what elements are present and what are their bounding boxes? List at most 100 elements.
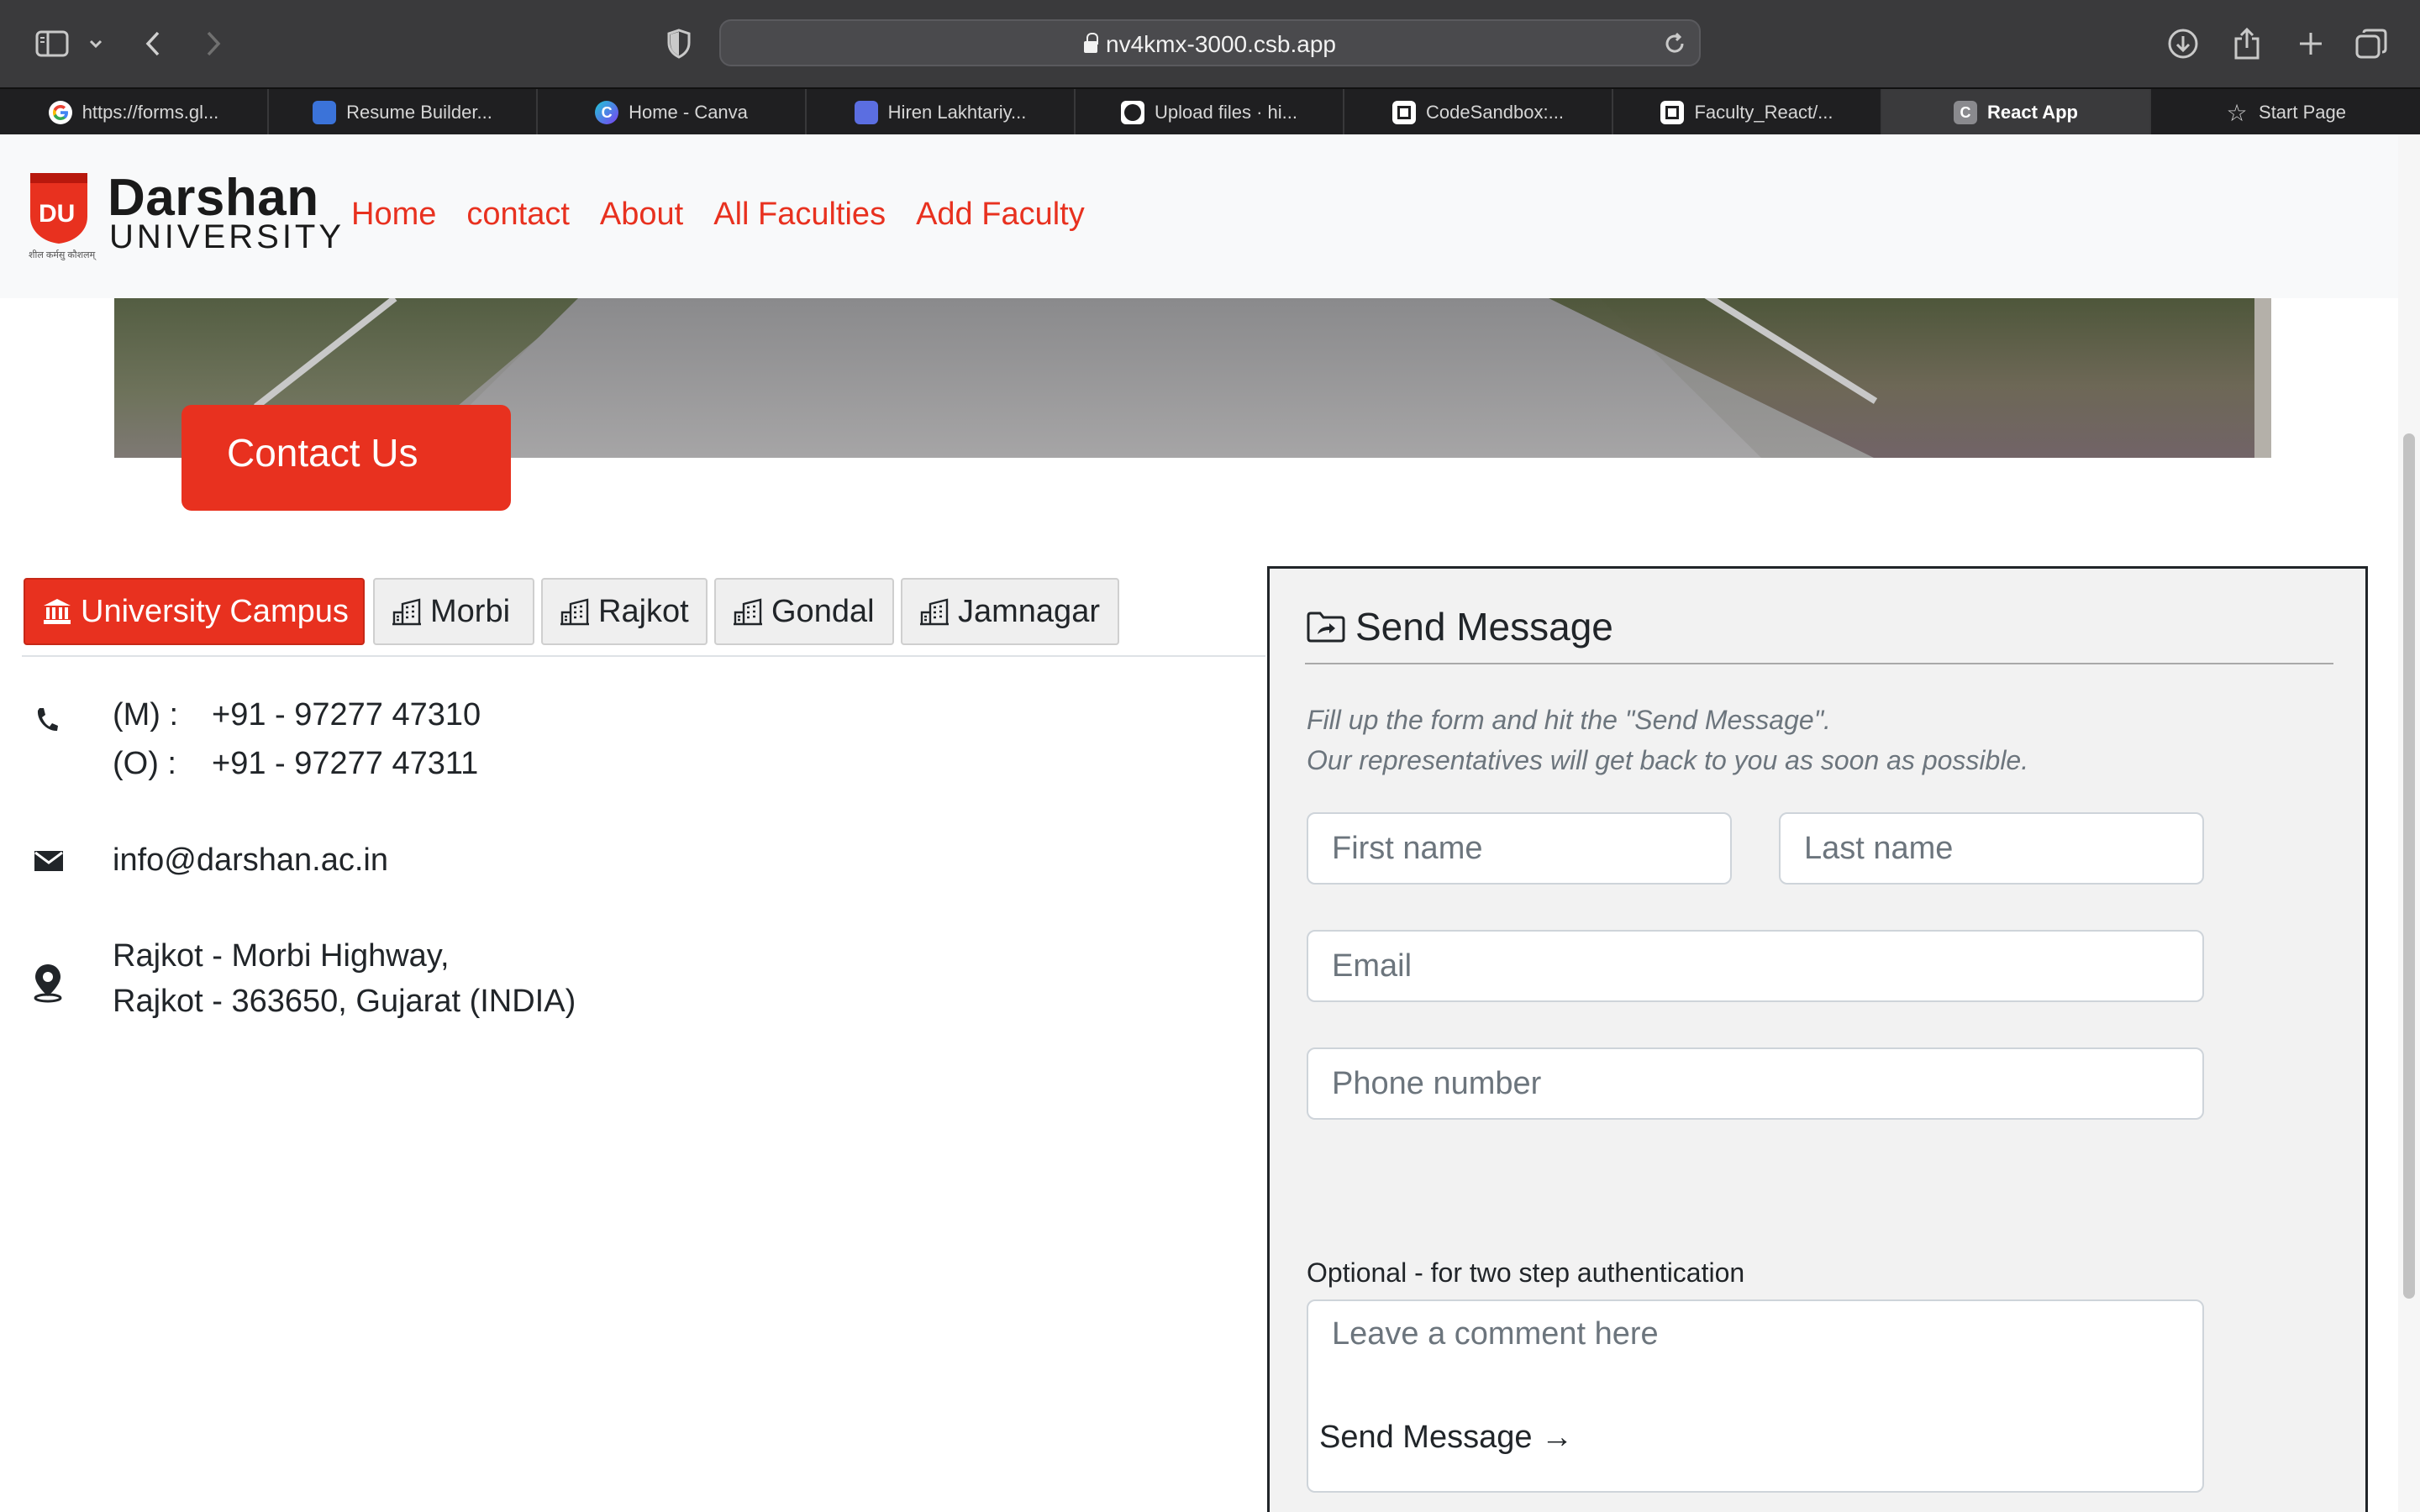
tab-university-campus[interactable]: University Campus — [24, 578, 365, 645]
first-name-field[interactable] — [1307, 812, 1732, 885]
tab-label: React App — [1987, 102, 2078, 123]
tab-label: University Campus — [81, 593, 349, 629]
folder-share-icon — [1307, 612, 1345, 643]
tabs-divider — [22, 655, 1265, 657]
codesandbox-icon — [1660, 101, 1685, 124]
privacy-shield-icon[interactable] — [664, 22, 694, 66]
chevron-down-icon[interactable] — [86, 22, 106, 66]
phone-icon — [34, 706, 59, 738]
site-navbar: DU Darshan UNIVERSITY शील कर्मसु कौशलम् … — [0, 134, 2398, 298]
url-text: nv4kmx-3000.csb.app — [1106, 31, 1336, 57]
browser-tab[interactable]: CodeSandbox:... — [1344, 89, 1613, 136]
phone-field[interactable] — [1307, 1047, 2204, 1120]
send-message-button[interactable]: Send Message → — [1319, 1420, 1573, 1456]
mobile-number[interactable]: +91 - 97277 47310 — [212, 697, 481, 733]
tab-rajkot[interactable]: Rajkot — [541, 578, 708, 645]
tab-label: Faculty_React/... — [1694, 102, 1833, 123]
tab-morbi[interactable]: Morbi — [373, 578, 534, 645]
canva-icon: C — [595, 101, 619, 124]
institution-icon — [44, 599, 71, 624]
panel-divider — [1305, 663, 2333, 664]
panel-title-text: Send Message — [1355, 605, 1613, 648]
browser-tab-active[interactable]: C React App — [1882, 89, 2151, 136]
codesandbox-icon — [1392, 101, 1417, 124]
last-name-field[interactable] — [1779, 812, 2204, 885]
email-address[interactable]: info@darshan.ac.in — [113, 843, 388, 879]
form-description-line2: Our representatives will get back to you… — [1307, 745, 2029, 775]
resume-builder-icon — [313, 101, 337, 124]
office-number[interactable]: +91 - 97277 47311 — [212, 746, 478, 782]
tab-gondal[interactable]: Gondal — [714, 578, 894, 645]
site-logo[interactable]: DU Darshan UNIVERSITY शील कर्मसु कौशलम् — [27, 169, 341, 264]
panel-title: Send Message — [1307, 604, 1613, 649]
buildings-icon — [560, 598, 589, 626]
hero-road — [417, 298, 1761, 458]
comment-field[interactable] — [1307, 1299, 2204, 1493]
browser-tab[interactable]: Resume Builder... — [269, 89, 538, 136]
lock-icon — [1084, 33, 1099, 53]
reload-icon[interactable] — [1662, 31, 1687, 60]
browser-tab[interactable]: Hiren Lakhtariy... — [807, 89, 1076, 136]
tab-label: CodeSandbox:... — [1426, 102, 1564, 123]
page-scrollbar[interactable] — [2398, 134, 2420, 1512]
browser-tab[interactable]: Faculty_React/... — [1613, 89, 1882, 136]
page: DU Darshan UNIVERSITY शील कर्मसु कौशलम् … — [0, 134, 2420, 1512]
buildings-icon — [392, 598, 421, 626]
react-app-icon: C — [1954, 101, 1977, 124]
phone-hint: Optional - for two step authentication — [1307, 1257, 1745, 1288]
browser-tab[interactable]: Upload files · hi... — [1076, 89, 1344, 136]
campus-tabs: University Campus Morbi Rajkot Gondal Ja… — [24, 578, 1265, 793]
nav-home-link[interactable]: Home — [351, 197, 436, 233]
tab-label: Start Page — [2259, 102, 2346, 123]
browser-tab[interactable]: https://forms.gl... — [0, 89, 269, 136]
forward-icon[interactable] — [200, 22, 227, 66]
scrollbar-thumb[interactable] — [2403, 433, 2415, 1299]
nav-about-link[interactable]: About — [600, 197, 683, 233]
buildings-icon — [734, 598, 762, 626]
downloads-icon[interactable] — [2166, 22, 2200, 66]
tab-label: Jamnagar — [958, 593, 1100, 629]
logo-tagline: शील कर्मसु कौशलम् — [29, 250, 96, 260]
tab-jamnagar[interactable]: Jamnagar — [901, 578, 1119, 645]
star-icon: ☆ — [2226, 99, 2248, 126]
nav-contact-link[interactable]: contact — [466, 197, 570, 233]
sidebar-toggle-icon[interactable] — [34, 22, 71, 66]
nav-all-faculties-link[interactable]: All Faculties — [713, 197, 886, 233]
tab-label: Upload files · hi... — [1155, 102, 1297, 123]
logo-subtitle: UNIVERSITY — [109, 218, 345, 255]
nav-add-faculty-link[interactable]: Add Faculty — [916, 197, 1085, 233]
tab-overview-icon[interactable] — [2354, 22, 2388, 66]
tab-label: Gondal — [771, 593, 875, 629]
envelope-icon — [34, 850, 64, 876]
form-description-line1: Fill up the form and hit the "Send Messa… — [1307, 705, 1831, 735]
browser-tab[interactable]: ☆ Start Page — [2151, 89, 2420, 136]
github-icon — [1121, 101, 1145, 124]
tab-label: Rajkot — [598, 593, 689, 629]
address-line2: Rajkot - 363650, Gujarat (INDIA) — [113, 984, 576, 1019]
nav-links: Home contact About All Faculties Add Fac… — [351, 197, 1085, 233]
tab-label: https://forms.gl... — [82, 102, 219, 123]
tab-label: Home - Canva — [629, 102, 748, 123]
svg-text:DU: DU — [39, 200, 75, 228]
tab-label: Morbi — [430, 593, 511, 629]
send-message-panel: Send Message Fill up the form and hit th… — [1267, 566, 2368, 1512]
address-line1: Rajkot - Morbi Highway, — [113, 938, 450, 974]
email-field[interactable] — [1307, 930, 2204, 1002]
new-tab-icon[interactable] — [2294, 22, 2328, 66]
browser-toolbar: nv4kmx-3000.csb.app — [0, 0, 2420, 87]
tab-label: Hiren Lakhtariy... — [887, 102, 1027, 123]
google-icon — [48, 101, 72, 124]
location-pin-icon — [32, 963, 64, 1007]
buildings-icon — [920, 598, 949, 626]
browser-tab[interactable]: C Home - Canva — [538, 89, 807, 136]
logo-shield-icon: DU — [30, 173, 87, 244]
contact-us-badge: Contact Us — [182, 405, 511, 511]
mobile-label: (M) : — [113, 697, 179, 732]
back-icon[interactable] — [139, 22, 166, 66]
printer-icon — [854, 101, 878, 124]
share-icon[interactable] — [2230, 22, 2264, 66]
office-label: (O) : — [113, 746, 176, 781]
address-bar[interactable]: nv4kmx-3000.csb.app — [719, 19, 1701, 66]
tab-label: Resume Builder... — [346, 102, 492, 123]
tab-bar: https://forms.gl... Resume Builder... C … — [0, 87, 2420, 136]
